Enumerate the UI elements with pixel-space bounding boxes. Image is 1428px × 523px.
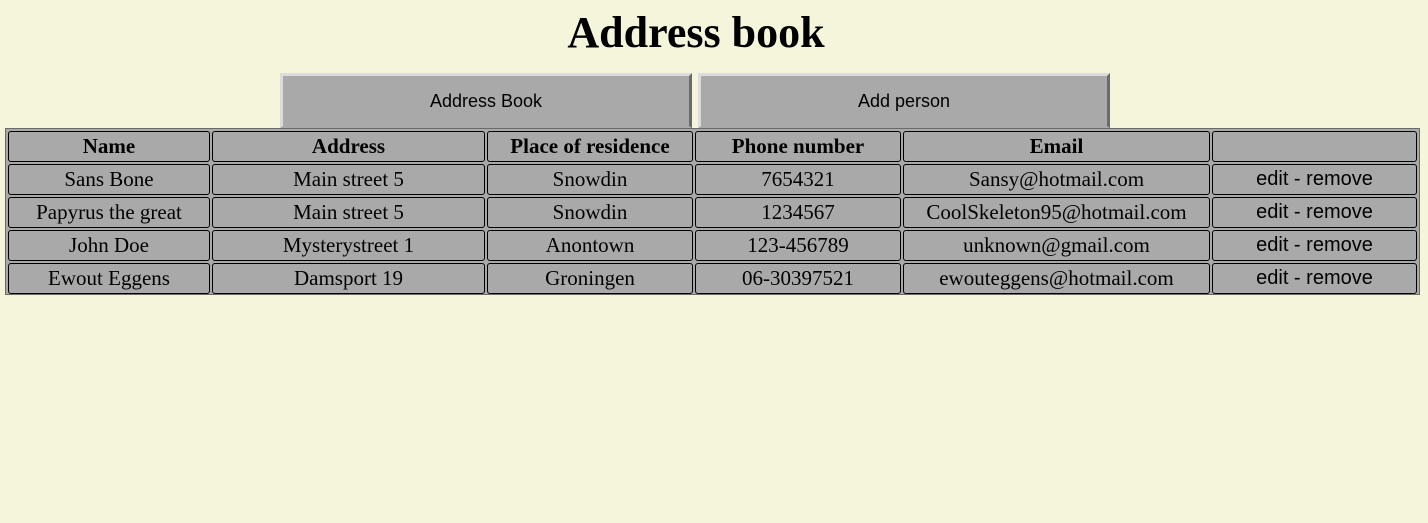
add-person-button[interactable]: Add person (698, 73, 1110, 128)
cell-actions: edit - remove (1212, 263, 1417, 294)
edit-link[interactable]: edit (1256, 267, 1288, 289)
cell-phone: 06-30397521 (695, 263, 901, 294)
cell-email: ewouteggens@hotmail.com (903, 263, 1210, 294)
address-table: Name Address Place of residence Phone nu… (5, 128, 1420, 295)
cell-actions: edit - remove (1212, 230, 1417, 261)
cell-name: Papyrus the great (8, 197, 210, 228)
cell-email: unknown@gmail.com (903, 230, 1210, 261)
cell-place: Snowdin (487, 197, 693, 228)
action-separator: - (1288, 201, 1307, 223)
cell-address: Damsport 19 (212, 263, 485, 294)
edit-link[interactable]: edit (1256, 234, 1288, 256)
column-header-email: Email (903, 131, 1210, 162)
cell-phone: 1234567 (695, 197, 901, 228)
column-header-actions (1212, 131, 1417, 162)
column-header-address: Address (212, 131, 485, 162)
cell-actions: edit - remove (1212, 164, 1417, 195)
cell-email: CoolSkeleton95@hotmail.com (903, 197, 1210, 228)
cell-actions: edit - remove (1212, 197, 1417, 228)
column-header-phone: Phone number (695, 131, 901, 162)
table-row: Papyrus the great Main street 5 Snowdin … (8, 197, 1417, 228)
cell-place: Groningen (487, 263, 693, 294)
cell-phone: 123-456789 (695, 230, 901, 261)
table-row: Sans Bone Main street 5 Snowdin 7654321 … (8, 164, 1417, 195)
action-separator: - (1288, 267, 1307, 289)
cell-email: Sansy@hotmail.com (903, 164, 1210, 195)
cell-address: Mysterystreet 1 (212, 230, 485, 261)
action-separator: - (1288, 168, 1307, 190)
cell-name: Sans Bone (8, 164, 210, 195)
edit-link[interactable]: edit (1256, 201, 1288, 223)
page-title: Address book (567, 8, 825, 57)
remove-link[interactable]: remove (1306, 201, 1373, 223)
cell-name: Ewout Eggens (8, 263, 210, 294)
remove-link[interactable]: remove (1306, 168, 1373, 190)
address-book-button[interactable]: Address Book (280, 73, 692, 128)
cell-address: Main street 5 (212, 164, 485, 195)
cell-phone: 7654321 (695, 164, 901, 195)
column-header-name: Name (8, 131, 210, 162)
remove-link[interactable]: remove (1306, 267, 1373, 289)
cell-address: Main street 5 (212, 197, 485, 228)
edit-link[interactable]: edit (1256, 168, 1288, 190)
table-row: Ewout Eggens Damsport 19 Groningen 06-30… (8, 263, 1417, 294)
table-header-row: Name Address Place of residence Phone nu… (8, 131, 1417, 162)
cell-place: Anontown (487, 230, 693, 261)
table-row: John Doe Mysterystreet 1 Anontown 123-45… (8, 230, 1417, 261)
cell-place: Snowdin (487, 164, 693, 195)
action-separator: - (1288, 234, 1307, 256)
column-header-place: Place of residence (487, 131, 693, 162)
cell-name: John Doe (8, 230, 210, 261)
remove-link[interactable]: remove (1306, 234, 1373, 256)
